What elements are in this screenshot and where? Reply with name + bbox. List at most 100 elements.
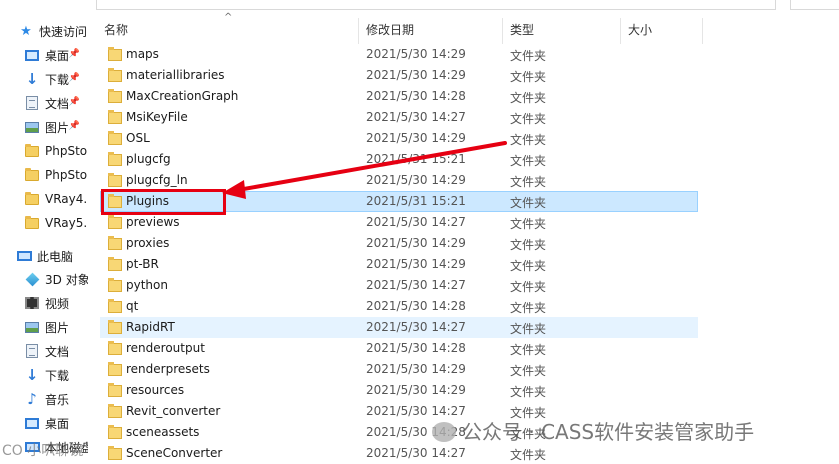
sidebar-item[interactable]: 此电脑 bbox=[0, 245, 88, 267]
sidebar-item-label: 桌面 bbox=[45, 48, 70, 63]
file-row[interactable]: renderpresets 2021/5/30 14:29 文件夹 bbox=[100, 359, 698, 380]
column-header-type[interactable]: 类型 bbox=[502, 16, 620, 44]
file-row[interactable]: previews 2021/5/30 14:27 文件夹 bbox=[100, 212, 698, 233]
file-name: MsiKeyFile bbox=[126, 110, 188, 124]
sidebar-item-label: PhpSto bbox=[45, 144, 88, 158]
sidebar-item[interactable]: ★ 快速访问 bbox=[0, 20, 88, 42]
file-row[interactable]: pt-BR 2021/5/30 14:29 文件夹 bbox=[100, 254, 698, 275]
file-name: pt-BR bbox=[126, 257, 159, 271]
folder-icon bbox=[108, 151, 122, 166]
file-type: 文件夹 bbox=[510, 364, 547, 378]
download-arrow-icon: ↓ bbox=[25, 70, 39, 88]
folder-icon bbox=[108, 88, 122, 103]
column-header-date[interactable]: 修改日期 bbox=[358, 16, 502, 44]
file-type: 文件夹 bbox=[510, 448, 547, 462]
sidebar-item[interactable]: ↓ 下载 bbox=[0, 364, 88, 386]
file-row[interactable]: OSL 2021/5/30 14:29 文件夹 bbox=[100, 128, 698, 149]
file-date: 2021/5/30 14:29 bbox=[366, 383, 466, 397]
file-name: Revit_converter bbox=[126, 404, 221, 418]
sidebar-item-label: 文档 bbox=[45, 344, 70, 359]
sidebar-item-label: 下载 bbox=[45, 72, 70, 87]
sidebar-item[interactable]: VRay5. bbox=[0, 212, 88, 234]
sidebar-item[interactable]: 3D 对象 bbox=[0, 268, 88, 290]
file-type: 文件夹 bbox=[510, 91, 547, 105]
file-date: 2021/5/30 14:28 bbox=[366, 89, 466, 103]
sidebar-item[interactable]: 文档 bbox=[0, 340, 88, 362]
file-type: 文件夹 bbox=[510, 238, 547, 252]
file-type: 文件夹 bbox=[510, 154, 547, 168]
sidebar-item[interactable]: VRay4. bbox=[0, 188, 88, 210]
column-header-name[interactable]: 名称 bbox=[96, 16, 358, 44]
this-pc-icon bbox=[16, 248, 32, 264]
file-name: previews bbox=[126, 215, 180, 229]
file-type: 文件夹 bbox=[510, 280, 547, 294]
file-row[interactable]: python 2021/5/30 14:27 文件夹 bbox=[100, 275, 698, 296]
column-divider[interactable] bbox=[702, 18, 703, 44]
file-date: 2021/5/30 14:28 bbox=[366, 341, 466, 355]
corner-watermark: CO 小叭聊镜 bbox=[2, 443, 84, 459]
file-row[interactable]: qt 2021/5/30 14:28 文件夹 bbox=[100, 296, 698, 317]
sidebar-item[interactable]: 图片 📌 bbox=[0, 116, 88, 138]
sidebar-item[interactable]: 图片 bbox=[0, 316, 88, 338]
sidebar-item[interactable]: PhpSto bbox=[0, 140, 88, 162]
file-name: proxies bbox=[126, 236, 170, 250]
sidebar-item[interactable]: ♪ 音乐 bbox=[0, 388, 88, 410]
file-row[interactable]: proxies 2021/5/30 14:29 文件夹 bbox=[100, 233, 698, 254]
folder-icon bbox=[108, 382, 122, 397]
file-date: 2021/5/31 15:21 bbox=[366, 194, 466, 208]
folder-icon bbox=[108, 361, 122, 376]
file-row[interactable]: plugcfg 2021/5/31 15:21 文件夹 bbox=[100, 149, 698, 170]
pictures-icon bbox=[24, 319, 40, 335]
folder-icon bbox=[108, 256, 122, 271]
file-row[interactable]: plugcfg_ln 2021/5/30 14:29 文件夹 bbox=[100, 170, 698, 191]
file-row[interactable]: maps 2021/5/30 14:29 文件夹 bbox=[100, 44, 698, 65]
file-row[interactable]: resources 2021/5/30 14:29 文件夹 bbox=[100, 380, 698, 401]
folder-icon bbox=[24, 191, 40, 207]
search-box[interactable] bbox=[790, 0, 839, 10]
file-type: 文件夹 bbox=[510, 301, 547, 315]
file-type: 文件夹 bbox=[510, 196, 547, 210]
folder-icon bbox=[108, 109, 122, 124]
sidebar-item-label: PhpSto bbox=[45, 168, 88, 182]
file-name: renderoutput bbox=[126, 341, 205, 355]
pin-icon: 📌 bbox=[68, 73, 80, 83]
file-name: plugcfg_ln bbox=[126, 173, 188, 187]
file-row[interactable]: MsiKeyFile 2021/5/30 14:27 文件夹 bbox=[100, 107, 698, 128]
sidebar-item[interactable]: 桌面 bbox=[0, 412, 88, 434]
folder-icon bbox=[108, 214, 122, 229]
watermark: 公众号 · CASS软件安装管家助手 bbox=[432, 416, 754, 445]
folder-icon bbox=[24, 215, 40, 231]
file-row[interactable]: RapidRT 2021/5/30 14:27 文件夹 bbox=[100, 317, 698, 338]
sidebar-item[interactable]: 视频 bbox=[0, 292, 88, 314]
file-date: 2021/5/30 14:27 bbox=[366, 215, 466, 229]
sidebar-item-label: VRay4. bbox=[45, 192, 88, 206]
file-date: 2021/5/30 14:27 bbox=[366, 110, 466, 124]
file-date: 2021/5/30 14:29 bbox=[366, 47, 466, 61]
folder-icon bbox=[108, 130, 122, 145]
sidebar-item[interactable]: PhpSto bbox=[0, 164, 88, 186]
sidebar-item[interactable]: 文档 📌 bbox=[0, 92, 88, 114]
file-type: 文件夹 bbox=[510, 259, 547, 273]
address-bar[interactable] bbox=[96, 0, 776, 10]
file-name: OSL bbox=[126, 131, 150, 145]
desktop-icon bbox=[24, 47, 40, 63]
document-icon bbox=[24, 95, 40, 111]
file-row[interactable]: SceneConverter 2021/5/30 14:27 文件夹 bbox=[100, 443, 698, 464]
column-header-size[interactable]: 大小 bbox=[620, 16, 700, 44]
download-arrow-icon: ↓ bbox=[25, 366, 39, 384]
file-date: 2021/5/30 14:27 bbox=[366, 278, 466, 292]
file-row[interactable]: materiallibraries 2021/5/30 14:29 文件夹 bbox=[100, 65, 698, 86]
file-date: 2021/5/30 14:29 bbox=[366, 173, 466, 187]
sidebar-item[interactable]: 桌面 📌 bbox=[0, 44, 88, 66]
file-type: 文件夹 bbox=[510, 175, 547, 189]
folder-icon bbox=[108, 277, 122, 292]
file-name: materiallibraries bbox=[126, 68, 225, 82]
file-row[interactable]: renderoutput 2021/5/30 14:28 文件夹 bbox=[100, 338, 698, 359]
sidebar-item[interactable]: ↓ 下载 📌 bbox=[0, 68, 88, 90]
file-name: sceneassets bbox=[126, 425, 200, 439]
sidebar-item-label: 快速访问 bbox=[39, 24, 88, 39]
file-row[interactable]: MaxCreationGraph 2021/5/30 14:28 文件夹 bbox=[100, 86, 698, 107]
file-type: 文件夹 bbox=[510, 322, 547, 336]
file-type: 文件夹 bbox=[510, 343, 547, 357]
pin-icon: 📌 bbox=[68, 97, 80, 107]
